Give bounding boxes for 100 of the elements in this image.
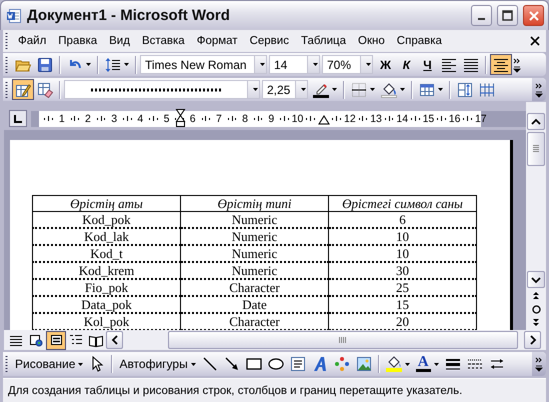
table-cell: 10: [328, 245, 476, 262]
wordart-icon[interactable]: [312, 356, 328, 372]
table-cell: 6: [328, 212, 476, 228]
line-style-combo[interactable]: [64, 80, 260, 99]
borders-icon[interactable]: [351, 82, 367, 98]
diagram-icon[interactable]: [334, 356, 350, 372]
toolbar-grip-icon[interactable]: [5, 32, 8, 50]
maximize-button[interactable]: [497, 5, 518, 26]
scroll-thumb[interactable]: [168, 331, 518, 349]
arrow-icon[interactable]: [224, 356, 240, 372]
caret-icon[interactable]: [78, 362, 84, 366]
picture-icon[interactable]: [356, 356, 372, 372]
ruler-number: 4: [136, 112, 144, 124]
toolbar-grip-icon[interactable]: [5, 80, 8, 98]
chevron-left-icon[interactable]: [110, 335, 118, 345]
fill-bucket-icon[interactable]: [386, 356, 402, 372]
toolbar-grip-icon[interactable]: [5, 56, 8, 74]
chevron-up-icon[interactable]: [531, 118, 541, 126]
caret-icon[interactable]: [404, 362, 410, 366]
menu-item[interactable]: Файл: [12, 33, 52, 49]
line-weight-icon[interactable]: [444, 356, 461, 372]
caret-icon[interactable]: [260, 63, 264, 66]
paint-bucket-icon[interactable]: [381, 82, 397, 98]
left-tab-icon[interactable]: [13, 114, 23, 124]
caret-icon[interactable]: [370, 88, 375, 91]
menu-item[interactable]: Таблица: [294, 33, 352, 49]
menu-item[interactable]: Формат: [190, 33, 244, 49]
window-title: Документ1 - Microsoft Word: [27, 7, 230, 24]
circle-icon[interactable]: [532, 304, 540, 314]
caret-icon[interactable]: [312, 63, 318, 66]
pen-color-icon[interactable]: [313, 82, 329, 98]
caret-icon[interactable]: [300, 88, 306, 91]
tab-stop-marker-icon[interactable]: [318, 112, 330, 124]
toolbar-grip-icon[interactable]: [5, 355, 8, 373]
rectangle-icon[interactable]: [246, 356, 262, 372]
ruler-number: 3: [110, 112, 118, 124]
table-cell: Numeric: [180, 262, 328, 279]
caret-icon[interactable]: [366, 63, 370, 66]
chevron-right-icon[interactable]: [528, 335, 536, 345]
autoshapes-menu-button[interactable]: Автофигуры: [116, 354, 199, 374]
column-header: Өрістегі символ саны: [328, 196, 476, 212]
ruler-number: 16: [448, 112, 461, 124]
menu-item[interactable]: Окно: [352, 33, 391, 49]
line-spacing-icon[interactable]: [105, 56, 121, 72]
caret-icon[interactable]: [252, 88, 258, 91]
distribute-columns-icon[interactable]: [479, 82, 495, 98]
menu-item[interactable]: Вставка: [136, 33, 191, 49]
table-cell: Fio_pok: [32, 279, 180, 296]
scroll-thumb[interactable]: [527, 132, 545, 166]
scroll-down-button[interactable]: [527, 271, 545, 288]
font-size-combo[interactable]: 14: [269, 55, 320, 74]
close-icon[interactable]: [530, 36, 540, 46]
scroll-up-button[interactable]: [527, 113, 545, 130]
minimize-button[interactable]: [471, 5, 492, 26]
table-cell: Numeric: [180, 228, 328, 245]
table-cell: 25: [328, 279, 476, 296]
arrow-style-icon[interactable]: [488, 356, 505, 372]
tab-selector-button[interactable]: [9, 110, 27, 127]
drawing-menu-button[interactable]: Рисование: [12, 354, 86, 374]
table-cell: 15: [328, 296, 476, 313]
ruler-number: 17: [474, 112, 487, 124]
scroll-left-button[interactable]: [106, 331, 123, 349]
caret-icon[interactable]: [400, 88, 405, 91]
ruler-number: 5: [162, 112, 170, 124]
underline-button[interactable]: Ч: [417, 54, 438, 75]
menu-item[interactable]: Вид: [103, 33, 136, 49]
double-down-arrow-icon[interactable]: [532, 319, 540, 327]
menu-item[interactable]: Справка: [390, 33, 448, 49]
chevron-down-icon[interactable]: [531, 276, 541, 284]
ruler-number: 10: [291, 112, 304, 124]
caret-icon[interactable]: [332, 88, 337, 91]
table-cell: Kod_lak: [32, 228, 180, 245]
scroll-right-button[interactable]: [524, 331, 541, 349]
line-icon[interactable]: [202, 356, 218, 372]
table-cell: Kod_krem: [32, 262, 180, 279]
caret-icon[interactable]: [86, 63, 91, 66]
zoom-combo[interactable]: 70%: [322, 55, 373, 74]
table-cell: Date: [180, 296, 328, 313]
indent-marker-icon[interactable]: [175, 108, 186, 128]
menu-item[interactable]: Сервис: [244, 33, 295, 49]
italic-button[interactable]: К: [396, 54, 417, 75]
line-weight-combo[interactable]: 2,25: [262, 80, 308, 99]
distribute-rows-icon[interactable]: [457, 82, 473, 98]
menu-item[interactable]: Правка: [52, 33, 104, 49]
caret-icon[interactable]: [434, 362, 439, 366]
font-name-combo[interactable]: Times New Roman: [140, 55, 267, 74]
caret-icon[interactable]: [124, 63, 129, 66]
double-up-arrow-icon[interactable]: [532, 291, 540, 299]
caret-icon[interactable]: [438, 88, 443, 91]
insert-table-icon[interactable]: [419, 82, 435, 98]
maximize-icon[interactable]: [502, 10, 513, 21]
grip-lines-icon: [339, 336, 347, 344]
close-button[interactable]: [523, 5, 544, 26]
table-cell: Character: [180, 279, 328, 296]
ruler-number: 2: [84, 112, 92, 124]
caret-icon[interactable]: [190, 362, 196, 366]
bold-button[interactable]: Ж: [375, 54, 396, 75]
oval-icon[interactable]: [268, 356, 284, 372]
ruler-number: 8: [241, 112, 250, 124]
text-box-icon[interactable]: [290, 356, 306, 372]
